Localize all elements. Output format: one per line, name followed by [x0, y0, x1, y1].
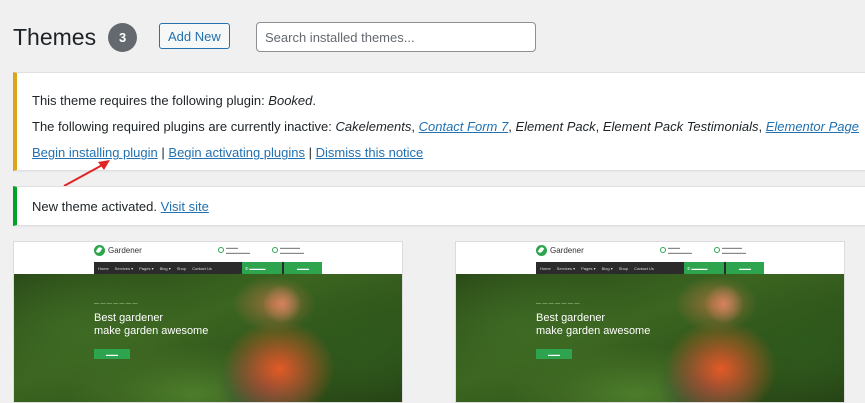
hero-image: — — — — — — — Best gardener make garden …: [14, 274, 402, 402]
quote-button: ▬▬▬: [284, 262, 322, 274]
theme-card[interactable]: — — — — — — — Best gardener make garden …: [455, 241, 845, 403]
begin-activating-plugins-link[interactable]: Begin activating plugins: [168, 145, 305, 160]
clock-icon: [272, 247, 278, 254]
leaf-icon: [94, 245, 105, 256]
plugin-element-pack: Element Pack: [515, 119, 596, 135]
theme-screenshot: — — — — — — — Best gardener make garden …: [456, 242, 844, 402]
plugin-contact-form-7-link[interactable]: Contact Form 7: [419, 119, 509, 134]
phone-icon: ✆ ▬▬▬▬: [684, 262, 724, 274]
required-plugin-notice: This theme requires the following plugin…: [13, 72, 865, 171]
clock-icon: [714, 247, 720, 254]
theme-card[interactable]: — — — — — — — Best gardener make garden …: [13, 241, 403, 403]
search-input[interactable]: [256, 22, 536, 52]
visit-site-link[interactable]: Visit site: [161, 199, 209, 214]
theme-logo: Gardener: [536, 245, 584, 256]
theme-navbar: Home Services ▾ Pages ▾ Blog ▾ Shop Contact U…: [536, 262, 764, 274]
plugin-cakelements: Cakelements: [335, 119, 412, 135]
red-arrow-icon: [63, 160, 110, 187]
theme-navbar: Home Services ▾ Pages ▾ Blog ▾ Shop Contact U…: [94, 262, 322, 274]
required-plugin-line: This theme requires the following plugin…: [32, 93, 317, 108]
contact-info: ▬▬▬ ▬▬▬▬▬▬: [218, 245, 250, 255]
theme-count-badge: 3: [108, 22, 138, 52]
leaf-icon: [536, 245, 547, 256]
theme-topbar: Gardener ▬▬▬ ▬▬▬▬▬▬ ▬▬▬▬▬ ▬▬▬▬▬▬: [456, 242, 844, 262]
contact-hours: ▬▬▬▬▬ ▬▬▬▬▬▬: [272, 245, 304, 255]
theme-logo: Gardener: [94, 245, 142, 256]
plugin-booked: Booked: [268, 93, 313, 108]
page-header: Themes 3: [13, 20, 138, 54]
theme-topbar: Gardener ▬▬▬ ▬▬▬▬▬▬ ▬▬▬▬▬ ▬▬▬▬▬▬: [14, 242, 402, 262]
dismiss-notice-link[interactable]: Dismiss this notice: [316, 145, 424, 160]
quote-button: ▬▬▬: [726, 262, 764, 274]
activated-message: New theme activated.: [32, 199, 158, 214]
add-new-button[interactable]: Add New: [159, 23, 230, 49]
hero-title: Best gardener make garden awesome: [94, 312, 209, 338]
notice-actions: Begin installing plugin | Begin activati…: [32, 145, 424, 161]
plugin-element-pack-testimonials: Element Pack Testimonials: [602, 119, 759, 135]
inactive-plugins-line: The following required plugins are curre…: [32, 119, 859, 135]
location-pin-icon: [218, 247, 224, 254]
contact-hours: ▬▬▬▬▬ ▬▬▬▬▬▬: [714, 245, 746, 255]
contact-info: ▬▬▬ ▬▬▬▬▬▬: [660, 245, 692, 255]
hero-image: — — — — — — — Best gardener make garden …: [456, 274, 844, 402]
location-pin-icon: [660, 247, 666, 254]
hero-read-more-button: ▬▬▬: [536, 349, 572, 359]
hero-kicker: — — — — — — —: [536, 301, 580, 307]
hero-title: Best gardener make garden awesome: [536, 312, 651, 338]
hero-read-more-button: ▬▬▬: [94, 349, 130, 359]
theme-activated-notice: New theme activated. Visit site: [13, 186, 865, 226]
plugin-elementor-page-link[interactable]: Elementor Page: [766, 119, 859, 134]
theme-screenshot: — — — — — — — Best gardener make garden …: [14, 242, 402, 402]
hero-kicker: — — — — — — —: [94, 301, 138, 307]
page-title: Themes: [13, 23, 97, 50]
phone-icon: ✆ ▬▬▬▬: [242, 262, 282, 274]
